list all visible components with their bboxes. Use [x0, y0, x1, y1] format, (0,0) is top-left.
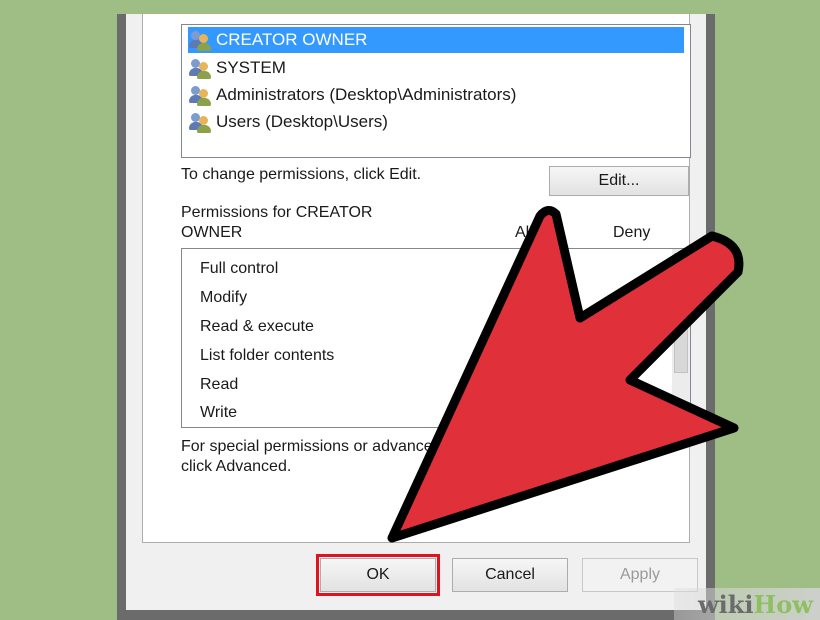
- user-group-icon: [188, 28, 214, 52]
- apply-button[interactable]: Apply: [582, 558, 698, 592]
- group-item-users[interactable]: Users (Desktop\Users): [188, 109, 684, 135]
- permission-row-read-execute: Read & execute: [200, 318, 314, 335]
- permissions-header-line2: OWNER: [181, 224, 243, 241]
- group-item-label: CREATOR OWNER: [216, 30, 368, 49]
- cancel-button[interactable]: Cancel: [452, 558, 568, 592]
- advanced-hint-line2: click Advanced.: [181, 458, 292, 475]
- group-item-label: Administrators (Desktop\Administrators): [216, 85, 517, 104]
- permissions-list[interactable]: Full control Modify Read & execute List …: [181, 248, 691, 428]
- security-dialog: CREATOR OWNER SYSTEM Administrators (Des…: [126, 14, 706, 610]
- wikihow-watermark: wiki How: [674, 588, 820, 620]
- group-item-label: SYSTEM: [216, 58, 286, 77]
- deny-column-header: Deny: [613, 224, 651, 241]
- user-group-icon: [188, 83, 214, 107]
- group-or-user-list[interactable]: CREATOR OWNER SYSTEM Administrators (Des…: [181, 24, 691, 158]
- change-permissions-hint: To change permissions, click Edit.: [181, 166, 422, 183]
- scrollbar-thumb[interactable]: [674, 253, 688, 373]
- security-tab-pane: CREATOR OWNER SYSTEM Administrators (Des…: [142, 14, 691, 543]
- permission-row-write: Write: [200, 404, 238, 421]
- permissions-scrollbar[interactable]: [672, 249, 690, 425]
- group-item-label: Users (Desktop\Users): [216, 112, 388, 131]
- group-item-creator-owner[interactable]: CREATOR OWNER: [188, 27, 684, 53]
- permission-row-read: Read: [200, 376, 239, 393]
- permission-row-full-control: Full control: [200, 260, 279, 277]
- ok-button-highlight: [316, 554, 440, 596]
- permission-row-list-folder-contents: List folder contents: [200, 347, 335, 364]
- user-group-icon: [188, 56, 214, 80]
- advanced-hint-line1: For special permissions or advanced sett…: [181, 438, 506, 455]
- user-group-icon: [188, 110, 214, 134]
- group-item-administrators[interactable]: Administrators (Desktop\Administrators): [188, 82, 684, 108]
- permission-row-modify: Modify: [200, 289, 248, 306]
- permissions-header-line1: Permissions for CREATOR: [181, 204, 373, 221]
- edit-button[interactable]: Edit...: [549, 166, 689, 196]
- allow-column-header: Allow: [515, 224, 554, 241]
- group-item-system[interactable]: SYSTEM: [188, 55, 684, 81]
